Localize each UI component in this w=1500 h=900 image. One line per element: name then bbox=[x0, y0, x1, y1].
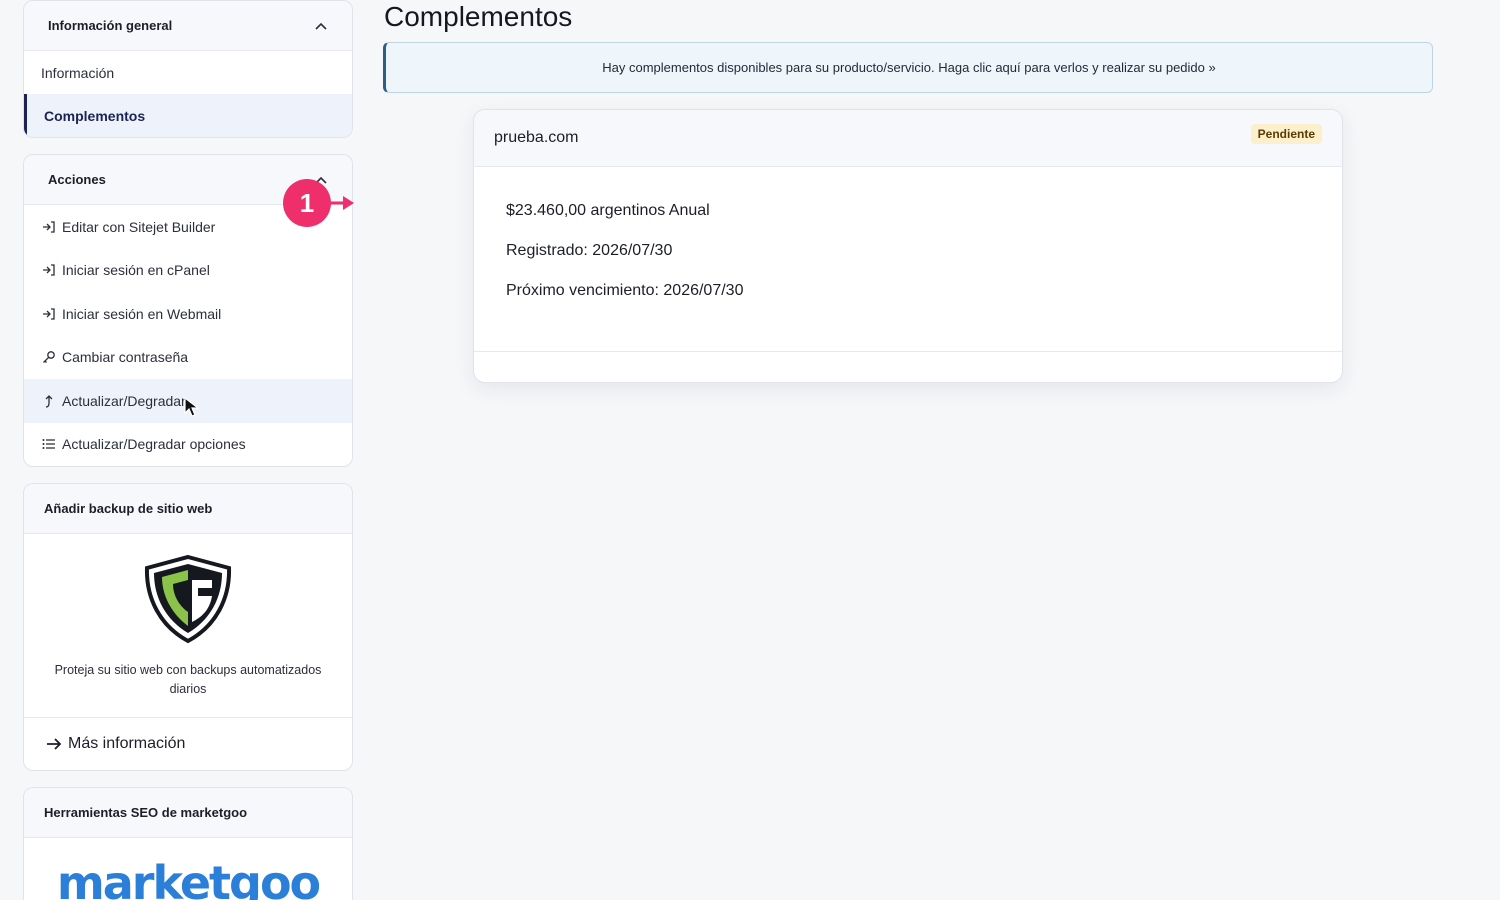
sidebar-item-label: Complementos bbox=[44, 107, 146, 124]
alert-text: Hay complementos disponibles para su pro… bbox=[602, 60, 1216, 75]
backup-description: Proteja su sitio web con backups automat… bbox=[54, 663, 322, 696]
sidebar-item-label: Información bbox=[41, 64, 115, 81]
login-arrow-icon bbox=[42, 220, 56, 234]
marketgoo-logo: marketgoo bbox=[56, 856, 321, 900]
seo-panel-title: Herramientas SEO de marketgoo bbox=[44, 805, 248, 820]
action-label: Iniciar sesión en Webmail bbox=[62, 305, 222, 322]
action-label: Cambiar contraseña bbox=[62, 349, 189, 366]
action-login-webmail[interactable]: Iniciar sesión en Webmail bbox=[24, 292, 352, 336]
addon-price: $23.460,00 argentinos Anual bbox=[506, 202, 710, 219]
action-change-password[interactable]: Cambiar contraseña bbox=[24, 336, 352, 380]
action-login-cpanel[interactable]: Iniciar sesión en cPanel bbox=[24, 249, 352, 293]
status-badge: Pendiente bbox=[1250, 124, 1322, 144]
step-marker: 1 bbox=[283, 179, 355, 227]
overview-panel: Información general Información Compleme… bbox=[23, 0, 353, 138]
seo-panel-header: Herramientas SEO de marketgoo bbox=[24, 788, 352, 838]
backup-panel-title: Añadir backup de sitio web bbox=[44, 501, 213, 516]
addon-card-body: $23.460,00 argentinos Anual Registrado: … bbox=[474, 167, 1342, 352]
page-title: Complementos bbox=[384, 1, 573, 32]
addon-domain: prueba.com bbox=[494, 129, 579, 146]
actions-panel-title: Acciones bbox=[48, 172, 106, 187]
action-label: Iniciar sesión en cPanel bbox=[62, 262, 210, 279]
key-icon bbox=[42, 350, 56, 364]
arrow-right-icon bbox=[46, 737, 62, 751]
more-info-link[interactable]: Más información bbox=[24, 718, 352, 770]
sidebar: Información general Información Compleme… bbox=[23, 0, 353, 900]
chevron-up-icon[interactable] bbox=[314, 19, 328, 33]
seo-panel: Herramientas SEO de marketgoo marketgoo bbox=[23, 787, 353, 900]
action-upgrade-downgrade-options[interactable]: Actualizar/Degradar opciones bbox=[24, 423, 352, 467]
mouse-cursor-icon bbox=[184, 397, 200, 417]
addon-card: prueba.com Pendiente $23.460,00 argentin… bbox=[473, 109, 1343, 383]
sidebar-item-complementos[interactable]: Complementos bbox=[24, 94, 352, 137]
addon-next-due-date: Próximo vencimiento: 2026/07/30 bbox=[506, 282, 744, 299]
addons-available-alert[interactable]: Hay complementos disponibles para su pro… bbox=[383, 42, 1433, 93]
login-arrow-icon bbox=[42, 307, 56, 321]
overview-panel-header[interactable]: Información general bbox=[24, 1, 352, 51]
marketgoo-logo-area: marketgoo bbox=[24, 838, 352, 900]
addon-card-header: prueba.com Pendiente bbox=[474, 110, 1342, 167]
backup-panel-header: Añadir backup de sitio web bbox=[24, 484, 352, 534]
shield-logo-icon bbox=[142, 554, 234, 648]
backup-promo: Proteja su sitio web con backups automat… bbox=[24, 534, 352, 718]
more-info-label: Más información bbox=[68, 735, 186, 752]
action-label: Editar con Sitejet Builder bbox=[62, 218, 216, 235]
list-icon bbox=[42, 437, 56, 451]
backup-panel: Añadir backup de sitio web Proteja su si… bbox=[23, 483, 353, 771]
login-arrow-icon bbox=[42, 263, 56, 277]
upgrade-arrow-icon bbox=[42, 394, 56, 408]
action-label: Actualizar/Degradar opciones bbox=[62, 436, 246, 453]
sidebar-item-informacion[interactable]: Información bbox=[24, 51, 352, 94]
addon-registered-date: Registrado: 2026/07/30 bbox=[506, 242, 673, 259]
step-arrow-icon bbox=[329, 195, 355, 211]
overview-panel-title: Información general bbox=[48, 18, 173, 33]
step-number: 1 bbox=[283, 179, 331, 227]
action-label: Actualizar/Degradar bbox=[62, 392, 186, 409]
